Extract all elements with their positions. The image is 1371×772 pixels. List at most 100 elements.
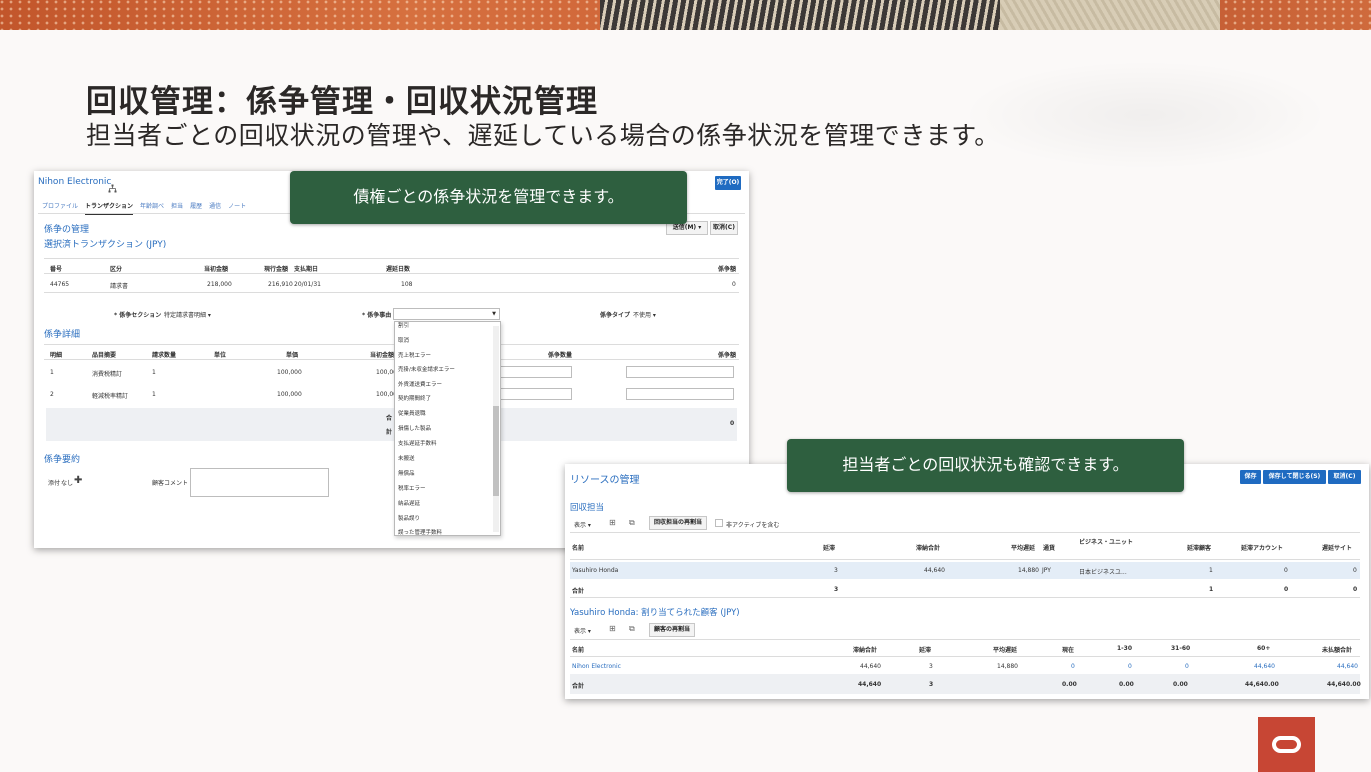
slide-subtitle: 担当者ごとの回収状況の管理や、遅延している場合の係争状況を管理できます。 [86,121,1000,150]
inactive-checkbox[interactable] [715,519,723,527]
dispute-type-select[interactable]: 不使用 ▾ [633,310,656,319]
dispute-reason-label: * 係争事由 [362,312,392,319]
save-button[interactable]: 保存 [1240,470,1261,484]
section-title-summary: 係争要約 [44,455,81,465]
customer-header-current: 現在 [1062,647,1075,654]
dispute-reason-listbox[interactable]: 割引 取消 売上税エラー 売掛/未収金請求エラー 外貨運送費エラー 契約期間終了… [394,321,501,536]
customer-header-avg: 平均遅延 [993,647,1018,654]
done-button[interactable]: 完了(O) [715,176,741,190]
totals-row: 合計 44,640 3 0.00 0.00 0.00 44,640.00 44,… [570,674,1361,694]
customer-header-total: 滞納合計 [853,647,878,654]
dispute-section-label: * 係争セクション [114,312,162,319]
reassign-collector-button[interactable]: 回収担当の再割当 [649,516,707,530]
tx-header-type: 区分 [110,266,123,273]
comment-textarea[interactable] [190,468,329,497]
customer-header-outstanding: 未払額合計 [1322,647,1353,654]
dispute-section-select[interactable]: 特定請求書明細 ▾ [164,310,211,319]
list-item[interactable]: 契約期間終了 [398,394,431,402]
collector-header-total: 滞納合計 [916,545,941,552]
dispute-amount-input[interactable] [626,388,734,400]
list-item[interactable]: 無償品 [398,469,415,477]
list-item[interactable]: 未搬送 [398,454,415,462]
list-item[interactable]: 支払遅延手数料 [398,439,437,447]
subsection-selected-transactions: 選択済トランザクション (JPY) [44,240,167,250]
attach-label: 添付 [48,480,61,487]
collector-header-currency: 通貨 [1043,545,1056,552]
tx-header-days-late: 遅延日数 [386,266,411,273]
collector-header-site: 遅延サイト [1322,545,1353,552]
cancel-button[interactable]: 取消(C) [1328,470,1361,484]
detail-header-original: 当初金額 [370,352,395,359]
callout-dispute: 債権ごとの係争状況を管理できます。 [290,171,687,224]
tx-header-dispute-amount: 係争額 [718,266,737,273]
list-item[interactable]: 従業員退職 [398,409,426,417]
table-row[interactable]: Yasuhiro Honda 3 44,640 14,880 JPY 日本ビジネ… [570,562,1360,579]
freeze-icon[interactable]: ⊞ [609,624,616,633]
resource-management-panel: リソースの管理 保存 保存して閉じる(S) 取消(C) 回収担当 表示 ▾ ⊞ … [565,464,1369,699]
collector-header-delinquent: 延滞 [823,545,836,552]
list-item[interactable]: 製品誤り [398,514,420,522]
listbox-scrollbar[interactable] [493,326,499,532]
customer-name-link[interactable]: Nihon Electronic [38,177,111,187]
list-item[interactable]: 割引 [398,322,409,329]
tx-header-current: 現行金額 [264,266,289,273]
totals-value: 0 [730,420,735,427]
view-menu[interactable]: 表示 ▾ [574,626,591,635]
dispute-reason-select[interactable]: ▼ [393,308,500,320]
list-item[interactable]: 税率エラー [398,484,426,492]
list-item[interactable]: 誤った管理手数料 [398,528,442,535]
tx-header-number: 番号 [50,266,63,273]
list-item[interactable]: 外貨運送費エラー [398,380,442,388]
plus-icon[interactable]: ✚ [74,475,82,486]
collector-header-name: 名前 [572,545,585,552]
background-pattern [960,60,1330,170]
detail-header-unit: 単位 [214,352,227,359]
slide-title: 回収管理：係争管理・回収状況管理 [86,84,598,120]
detail-header-item: 品目摘要 [92,352,117,359]
detach-icon[interactable]: ⧉ [629,518,635,528]
inactive-checkbox-label: 非アクティブを含む [726,522,780,529]
tx-header-original: 当初金額 [204,266,229,273]
list-item[interactable]: 売上税エラー [398,351,431,359]
list-item[interactable]: 損傷した製品 [398,424,431,432]
freeze-icon[interactable]: ⊞ [609,518,616,527]
callout-status: 担当者ごとの回収状況も確認できます。 [787,439,1184,492]
detach-icon[interactable]: ⧉ [629,624,635,634]
tx-header-due: 支払期日 [294,266,319,273]
customer-header-1-30: 1-30 [1117,645,1133,652]
section-title-detail: 係争詳細 [44,330,81,340]
section-title-customers: Yasuhiro Honda: 割り当てられた顧客 (JPY) [570,608,740,618]
chevron-down-icon: ▼ [492,311,496,317]
hierarchy-icon[interactable] [108,178,117,197]
totals-label: 計 [386,429,393,436]
list-item[interactable]: 売掛/未収金請求エラー [398,365,455,373]
panel-title: リソースの管理 [570,475,640,486]
section-title-collector: 回収担当 [570,503,605,513]
list-item[interactable]: 納品遅延 [398,499,420,507]
detail-header-dispute-qty: 係争数量 [548,352,573,359]
detail-header-qty: 請求数量 [152,352,177,359]
customer-header-name: 名前 [572,647,585,654]
collector-header-acct: 延滞アカウント [1241,545,1284,552]
detail-header-price: 単価 [286,352,299,359]
dispute-amount-input[interactable] [626,366,734,378]
dispute-qty-input[interactable] [500,388,572,400]
customer-header-60-plus: 60+ [1257,645,1271,652]
section-title-dispute: 係争の管理 [44,225,90,235]
customer-header-31-60: 31-60 [1171,645,1191,652]
dispute-qty-input[interactable] [500,366,572,378]
cancel-button[interactable]: 取消(C) [710,221,738,235]
customer-header-delinquent: 延滞 [919,647,932,654]
collector-header-cust: 延滞顧客 [1187,545,1212,552]
decorative-banner [0,0,1371,30]
save-close-button[interactable]: 保存して閉じる(S) [1263,470,1326,484]
view-menu[interactable]: 表示 ▾ [574,520,591,529]
customer-link[interactable]: Nihon Electronic [572,663,621,670]
collector-header-bu: ビジネス・ユニット [1079,539,1134,546]
list-item[interactable]: 取消 [398,336,409,344]
collector-header-avg: 平均遅延 [1011,545,1036,552]
reassign-customer-button[interactable]: 顧客の再割当 [649,623,695,637]
detail-header-line: 明細 [50,352,63,359]
dispute-type-label: 係争タイプ [600,312,631,319]
attach-value: なし [61,480,74,487]
